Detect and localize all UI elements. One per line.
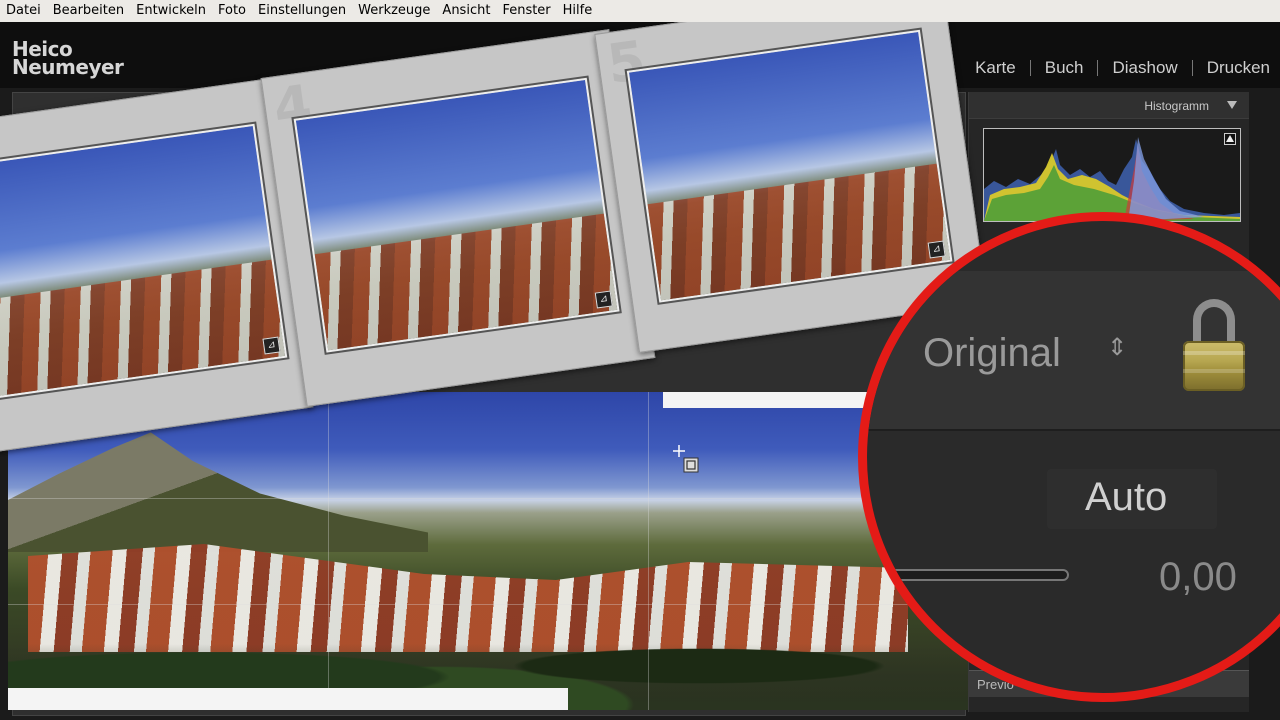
panorama-image[interactable] (8, 392, 968, 710)
zoom-callout-content: Original ⇕ Auto 0,00 (867, 221, 1280, 693)
crop-cursor-graphic (673, 445, 699, 473)
highlight-clipping-icon[interactable] (1224, 133, 1236, 145)
menu-hilfe[interactable]: Hilfe (557, 0, 599, 22)
slider-value[interactable]: 0,00 (1159, 555, 1237, 600)
panorama-edge (663, 392, 873, 408)
module-diashow[interactable]: Diashow (1098, 58, 1191, 78)
lock-body (1183, 341, 1245, 391)
crop-grid-line (328, 392, 329, 710)
module-header (0, 22, 1280, 88)
updown-arrows-icon[interactable]: ⇕ (1107, 335, 1127, 359)
module-karte[interactable]: Karte (961, 58, 1030, 78)
menu-einstellungen[interactable]: Einstellungen (252, 0, 352, 22)
menu-fenster[interactable]: Fenster (496, 0, 556, 22)
crop-cursor-icon (672, 444, 700, 474)
crop-grid-line (8, 498, 968, 499)
brand-line-2: Neumeyer (12, 55, 124, 79)
histogram (983, 128, 1241, 222)
histogram-graph (984, 137, 1240, 221)
lightroom-screen: Datei Bearbeiten Entwickeln Foto Einstel… (0, 0, 1280, 720)
histogram-panel-header[interactable]: Histogramm (969, 92, 1249, 119)
menu-datei[interactable]: Datei (0, 0, 47, 22)
lock-icon[interactable] (1183, 299, 1249, 391)
crop-grid-line (648, 392, 649, 710)
adjustment-slider[interactable] (887, 569, 1069, 581)
auto-button[interactable]: Auto (1085, 475, 1167, 520)
menu-entwickeln[interactable]: Entwickeln (130, 0, 212, 22)
module-drucken[interactable]: Drucken (1193, 58, 1270, 78)
identity-plate: Heico Neumeyer (12, 39, 124, 79)
profile-select[interactable]: Original (923, 331, 1061, 376)
collapse-triangle-icon[interactable] (1227, 101, 1237, 109)
module-buch[interactable]: Buch (1031, 58, 1098, 78)
menu-foto[interactable]: Foto (212, 0, 252, 22)
row-divider (867, 429, 1280, 431)
menu-ansicht[interactable]: Ansicht (436, 0, 496, 22)
zoom-callout: Original ⇕ Auto 0,00 (858, 212, 1280, 702)
menu-bearbeiten[interactable]: Bearbeiten (47, 0, 130, 22)
menu-bar: Datei Bearbeiten Entwickeln Foto Einstel… (0, 0, 1280, 22)
histogram-label: Histogramm (1144, 99, 1209, 113)
menu-werkzeuge[interactable]: Werkzeuge (352, 0, 436, 22)
module-picker: Karte Buch Diashow Drucken (961, 58, 1270, 78)
crop-grid-line (8, 604, 968, 605)
panorama-edge (8, 688, 568, 710)
